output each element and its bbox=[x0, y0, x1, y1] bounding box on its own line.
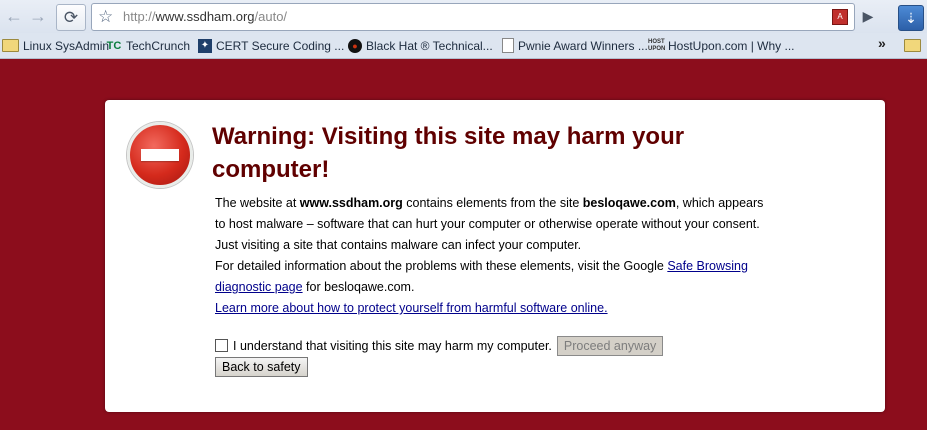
blackhat-icon: ● bbox=[348, 38, 362, 53]
reload-button[interactable]: ⟳ bbox=[56, 4, 86, 31]
explanation-text-a: The website at bbox=[215, 196, 300, 210]
techcrunch-icon: TC bbox=[106, 39, 122, 52]
bookmark-hostupon[interactable]: HOST UPON HostUpon.com | Why ... bbox=[648, 37, 795, 54]
url-host: www.ssdham.org bbox=[155, 9, 255, 24]
folder-icon bbox=[2, 39, 19, 52]
stop-icon bbox=[127, 122, 193, 188]
download-icon[interactable]: ⇣ bbox=[898, 5, 924, 31]
malware-warning-panel: Warning: Visiting this site may harm you… bbox=[105, 100, 885, 412]
url-path: /auto/ bbox=[254, 9, 288, 24]
back-to-safety-button[interactable]: Back to safety bbox=[215, 357, 308, 377]
bookmark-pwnie[interactable]: Pwnie Award Winners ... bbox=[502, 37, 648, 54]
go-icon[interactable]: ▶ bbox=[857, 5, 879, 27]
malware-explanation: The website at www.ssdham.org contains e… bbox=[215, 193, 775, 256]
warning-title: Warning: Visiting this site may harm you… bbox=[212, 123, 685, 183]
stop-icon-bar bbox=[141, 149, 179, 161]
learn-more-link[interactable]: Learn more about how to protect yourself… bbox=[215, 301, 608, 315]
malware-site: besloqawe.com bbox=[582, 196, 676, 210]
bookmark-label: HostUpon.com | Why ... bbox=[668, 38, 795, 53]
proceed-anyway-button[interactable]: Proceed anyway bbox=[556, 335, 664, 356]
bookmark-linux-sysadmin[interactable]: Linux SysAdmin bbox=[2, 37, 109, 54]
folder-icon bbox=[904, 39, 921, 52]
url-text[interactable]: http://www.ssdham.org/auto/ bbox=[123, 9, 287, 24]
star-icon[interactable]: ☆ bbox=[98, 7, 113, 26]
diagnostic-text-b: for besloqawe.com. bbox=[302, 280, 415, 294]
address-bar[interactable]: ☆ http://www.ssdham.org/auto/ A bbox=[91, 3, 855, 31]
diagnostic-info: For detailed information about the probl… bbox=[215, 256, 775, 298]
cert-icon: ✦ bbox=[198, 38, 212, 53]
bookmark-label: Linux SysAdmin bbox=[23, 38, 110, 53]
back-arrow-icon[interactable]: ← bbox=[4, 5, 24, 27]
visited-site: www.ssdham.org bbox=[299, 196, 403, 210]
pdf-icon[interactable]: A bbox=[832, 9, 848, 25]
other-bookmarks-folder[interactable] bbox=[904, 37, 921, 54]
reload-icon: ⟳ bbox=[63, 7, 79, 27]
hostupon-icon: HOST UPON bbox=[648, 38, 666, 52]
bookmark-label: Pwnie Award Winners ... bbox=[518, 38, 648, 53]
forward-arrow-icon[interactable]: → bbox=[28, 5, 48, 27]
more-bookmarks-chevron-icon[interactable]: » bbox=[878, 35, 886, 51]
bookmark-label: TechCrunch bbox=[126, 38, 191, 53]
bookmark-blackhat[interactable]: ● Black Hat ® Technical... bbox=[348, 37, 493, 54]
explanation-text-b: contains elements from the site bbox=[402, 196, 583, 210]
acknowledge-label[interactable]: I understand that visiting this site may… bbox=[233, 339, 552, 353]
bookmark-techcrunch[interactable]: TC TechCrunch bbox=[106, 37, 190, 54]
diagnostic-text-a: For detailed information about the probl… bbox=[215, 259, 668, 273]
warning-body: The website at www.ssdham.org contains e… bbox=[215, 193, 775, 319]
acknowledge-checkbox[interactable] bbox=[215, 339, 228, 352]
bookmark-label: CERT Secure Coding ... bbox=[216, 38, 345, 53]
learn-more-paragraph: Learn more about how to protect yourself… bbox=[215, 298, 775, 319]
bookmark-label: Black Hat ® Technical... bbox=[366, 38, 493, 53]
acknowledge-row: I understand that visiting this site may… bbox=[215, 335, 664, 356]
bookmark-cert[interactable]: ✦ CERT Secure Coding ... bbox=[198, 37, 344, 54]
browser-toolbar: ← → ⟳ ☆ http://www.ssdham.org/auto/ A ▶ … bbox=[0, 0, 927, 33]
bookmarks-bar: Linux SysAdmin TC TechCrunch ✦ CERT Secu… bbox=[0, 33, 927, 59]
page-icon bbox=[502, 38, 514, 53]
url-prefix: http:// bbox=[123, 9, 156, 24]
